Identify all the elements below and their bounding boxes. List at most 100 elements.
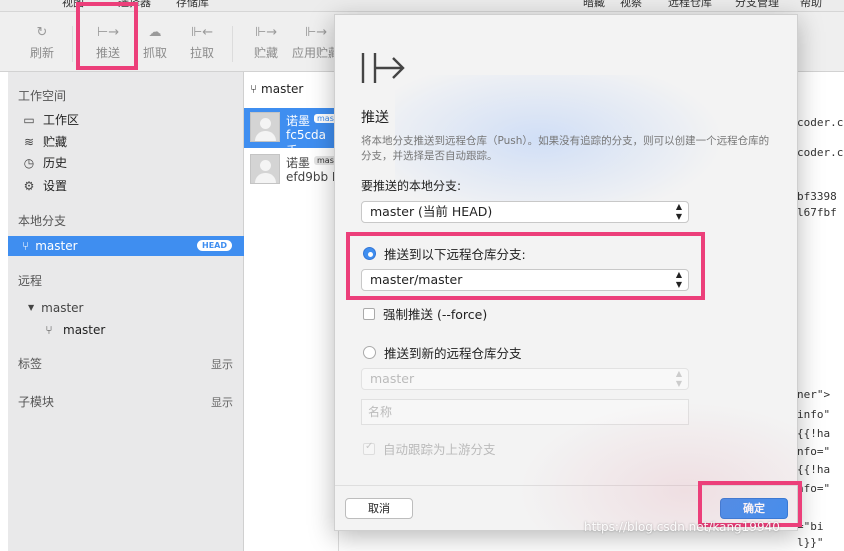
- menu-item-inspect[interactable]: 视察: [620, 0, 642, 10]
- code-line: nfo=": [797, 445, 831, 458]
- sidebar-item-local-master[interactable]: ⑂ master HEAD: [8, 236, 244, 256]
- menu-item-branch[interactable]: 分支管理: [735, 0, 779, 10]
- sidebar-item-label: 设置: [43, 179, 68, 193]
- sidebar-item-remote-group[interactable]: ▼ master: [28, 298, 83, 318]
- toolbar-divider: [72, 26, 73, 62]
- radio-button-selected[interactable]: [363, 247, 376, 260]
- folder-icon: ▭: [23, 113, 35, 127]
- menu-bar: 视图 选择器 存储库 暗藏 视察 远程仓库 分支管理 帮助: [0, 0, 844, 12]
- sidebar-item-label: 贮藏: [43, 135, 68, 149]
- push-new-remote-option[interactable]: 推送到新的远程仓库分支: [363, 343, 522, 362]
- code-line: l}}": [797, 536, 824, 549]
- updown-arrow-icon: ▲ ▼: [675, 270, 682, 289]
- stash-label: 贮藏: [253, 46, 278, 60]
- auto-track-option: 自动跟踪为上游分支: [363, 439, 496, 458]
- avatar: [250, 112, 280, 142]
- sidebar-item-history[interactable]: ◷ 历史: [22, 153, 67, 173]
- new-remote-value: master: [370, 371, 415, 386]
- code-line: nfo=": [797, 482, 831, 495]
- sidebar-item-label: 工作区: [43, 113, 80, 127]
- code-line: bf3398: [797, 190, 837, 203]
- push-button[interactable]: ⊢→ 推送: [86, 24, 130, 61]
- branch-header: ⑂ master: [250, 82, 303, 96]
- code-line: coder.c: [797, 116, 844, 129]
- fetch-button[interactable]: ☁ 抓取: [133, 24, 177, 61]
- refresh-icon: ↻: [36, 25, 48, 40]
- avatar: [250, 154, 280, 184]
- commit-author: 诺墨: [286, 156, 311, 170]
- pull-icon: ⊩←: [190, 25, 214, 40]
- push-icon: ⊢→: [96, 25, 120, 40]
- diff-pane: coder.c coder.c bf3398 l67fbf ner"> info…: [797, 72, 844, 551]
- push-to-remote-label: 推送到以下远程仓库分支:: [384, 247, 526, 262]
- dialog-title: 推送: [361, 110, 389, 126]
- sidebar-item-label: 历史: [43, 156, 68, 170]
- menu-item-view[interactable]: 视图: [62, 0, 84, 10]
- branch-icon: ⑂: [45, 323, 53, 337]
- push-new-label: 推送到新的远程仓库分支: [384, 346, 522, 361]
- new-branch-name-input: 名称: [361, 399, 689, 425]
- branch-icon: ⑂: [22, 239, 30, 253]
- local-branch-select[interactable]: master (当前 HEAD) ▲ ▼: [361, 201, 689, 223]
- branch-header-label: master: [261, 82, 304, 96]
- remote-branch-label: master: [63, 323, 106, 337]
- sidebar-item-workspace[interactable]: ▭ 工作区: [22, 110, 79, 130]
- ok-button[interactable]: 确定: [720, 498, 788, 519]
- stash-button[interactable]: ⊩→ 贮藏: [244, 24, 288, 61]
- pull-button[interactable]: ⊩← 拉取: [180, 24, 224, 61]
- code-line: l67fbf: [797, 206, 837, 219]
- code-line: {{!ha: [797, 427, 831, 440]
- force-push-label: 强制推送 (--force): [383, 307, 488, 322]
- code-line: ner">: [797, 388, 831, 401]
- cancel-button[interactable]: 取消: [345, 498, 413, 519]
- refresh-button[interactable]: ↻ 刷新: [20, 24, 64, 61]
- commit-row[interactable]: 诺墨 mas fc5cda 手: [244, 108, 339, 158]
- commit-row[interactable]: 诺墨 mas efd9bb I: [244, 150, 339, 190]
- toolbar-divider: [232, 26, 233, 62]
- remote-group-label: master: [41, 301, 84, 315]
- remote-branch-value: master/master: [370, 272, 463, 287]
- fetch-label: 抓取: [142, 46, 167, 60]
- commit-author: 诺墨: [286, 114, 311, 128]
- radio-button[interactable]: [363, 346, 376, 359]
- commit-list: ⑂ master 诺墨 mas fc5cda 手 诺墨 mas efd9bb I: [244, 72, 339, 551]
- remote-branch-select[interactable]: master/master ▲ ▼: [361, 269, 689, 291]
- menu-item-remote[interactable]: 远程仓库: [668, 0, 712, 10]
- submodules-header: 子模块: [18, 395, 55, 409]
- tags-header: 标签: [18, 357, 43, 371]
- sidebar-item-remote-master[interactable]: ⑂ master: [42, 320, 105, 340]
- stash-icon: ⊩→: [254, 25, 278, 40]
- code-line: coder.c: [797, 146, 844, 159]
- watermark: https://blog.csdn.net/kang19940: [584, 520, 780, 534]
- submodules-show-link[interactable]: 显示: [211, 394, 233, 410]
- force-push-option[interactable]: 强制推送 (--force): [363, 304, 487, 323]
- menu-item-stash[interactable]: 暗藏: [583, 0, 605, 10]
- refresh-label: 刷新: [29, 46, 54, 60]
- stack-icon: ≋: [23, 135, 35, 149]
- menu-item-repository[interactable]: 存储库: [176, 0, 209, 10]
- auto-track-label: 自动跟踪为上游分支: [383, 442, 496, 457]
- updown-arrow-icon: ▲ ▼: [675, 202, 682, 221]
- code-line: {{!ha: [797, 463, 831, 476]
- local-branch-value: master (当前 HEAD): [370, 204, 493, 219]
- remotes-header: 远程: [18, 274, 43, 288]
- dialog-footer-divider: [335, 485, 797, 486]
- name-placeholder: 名称: [368, 405, 393, 419]
- push-to-remote-option[interactable]: 推送到以下远程仓库分支:: [363, 244, 526, 263]
- code-line: info": [797, 408, 831, 421]
- push-dialog: 推送 将本地分支推送到远程仓库（Push）。如果没有追踪的分支，则可以创建一个远…: [334, 14, 798, 531]
- disclosure-triangle-icon[interactable]: ▼: [28, 298, 34, 318]
- dialog-description: 将本地分支推送到远程仓库（Push）。如果没有追踪的分支，则可以创建一个远程仓库…: [361, 135, 770, 162]
- sidebar-item-settings[interactable]: ⚙ 设置: [22, 176, 67, 196]
- sidebar-item-stash[interactable]: ≋ 贮藏: [22, 132, 67, 152]
- branch-icon: ⑂: [250, 82, 258, 96]
- push-label: 推送: [95, 46, 120, 60]
- force-push-checkbox[interactable]: [363, 307, 375, 320]
- clock-icon: ◷: [23, 156, 35, 170]
- tags-show-link[interactable]: 显示: [211, 356, 233, 372]
- updown-arrow-icon: ▲ ▼: [675, 369, 682, 388]
- workspace-header: 工作空间: [18, 89, 67, 103]
- menu-item-selector[interactable]: 选择器: [118, 0, 151, 10]
- auto-track-checkbox: [363, 441, 375, 455]
- menu-item-help[interactable]: 帮助: [800, 0, 822, 10]
